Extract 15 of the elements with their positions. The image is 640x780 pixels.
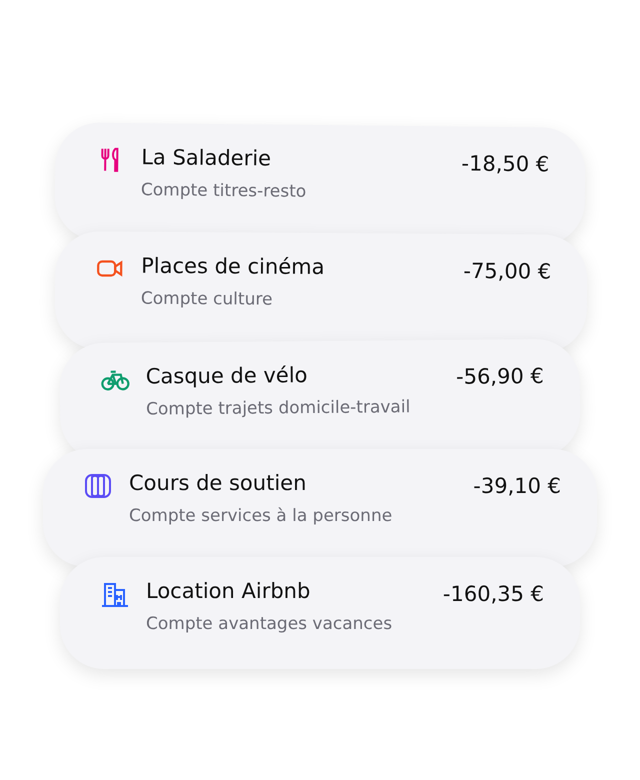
transaction-title: Cours de soutien <box>129 471 308 496</box>
amount: -56,90 € <box>456 363 544 391</box>
account-name: Compte culture <box>140 288 274 312</box>
transaction-title: Location Airbnb <box>146 579 312 604</box>
amount: -160,35 € <box>442 581 544 608</box>
transaction-title: La Saladerie <box>141 145 272 172</box>
amount: -18,50 € <box>461 150 550 178</box>
amount: -75,00 € <box>463 258 552 286</box>
transaction-title: Casque de vélo <box>146 362 309 390</box>
amount: -39,10 € <box>473 473 561 500</box>
account-name: Compte services à la personne <box>129 505 394 528</box>
transaction-title: Places de cinéma <box>141 254 326 282</box>
account-name: Compte trajets domicile-travail <box>146 396 412 422</box>
account-name: Compte titres-resto <box>140 179 308 204</box>
account-name: Compte avantages vacances <box>146 613 394 636</box>
